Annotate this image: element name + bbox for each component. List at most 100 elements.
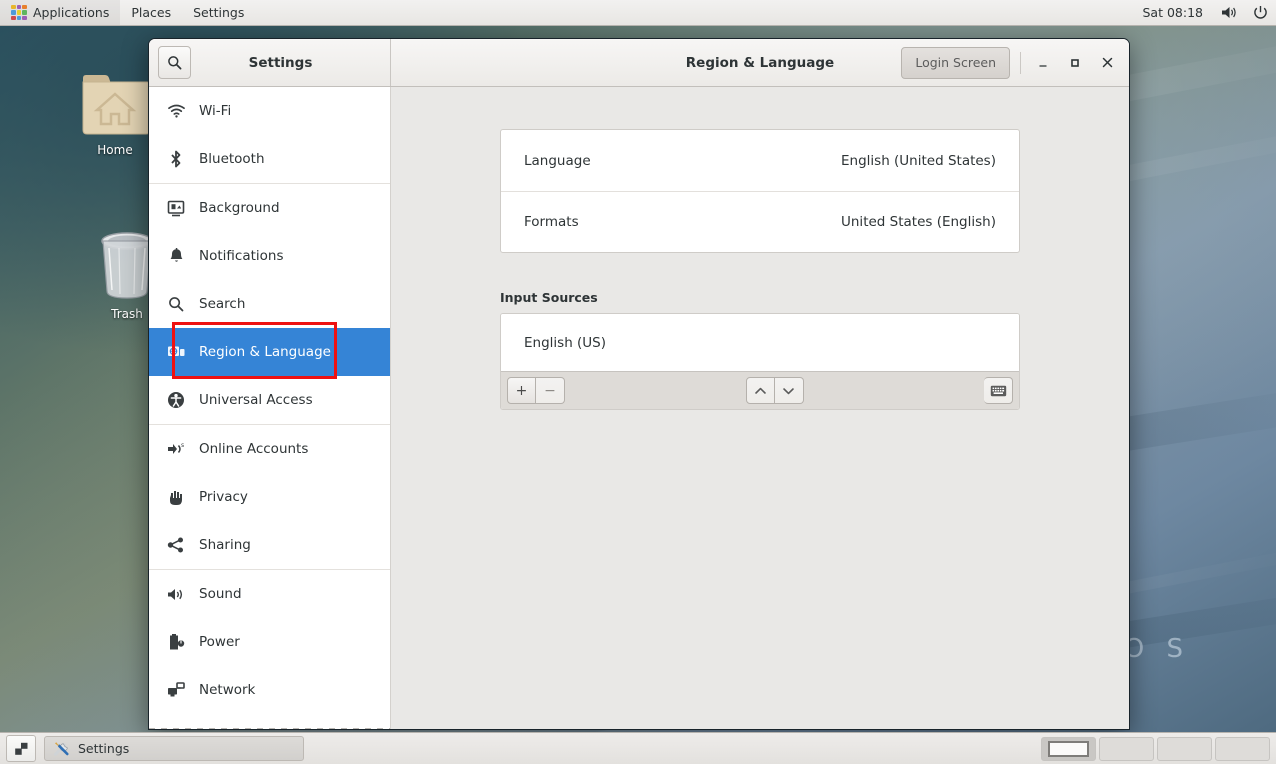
workspace-2[interactable] bbox=[1099, 736, 1154, 761]
chevron-down-icon bbox=[783, 387, 794, 394]
online-accounts-icon: s bbox=[165, 439, 187, 459]
row-formats-label: Formats bbox=[524, 214, 579, 230]
sidebar-item-search[interactable]: Search bbox=[149, 280, 390, 328]
search-icon bbox=[165, 294, 187, 314]
settings-sidebar: Wi-Fi Bluetooth Background Notifications… bbox=[149, 87, 391, 729]
speaker-icon bbox=[165, 584, 187, 604]
menu-applications[interactable]: Applications bbox=[0, 0, 121, 25]
sidebar-item-network[interactable]: Network bbox=[149, 666, 390, 714]
menu-places-label: Places bbox=[131, 5, 172, 20]
input-sources-heading: Input Sources bbox=[500, 290, 598, 305]
taskbar-window-settings[interactable]: Settings bbox=[44, 736, 304, 761]
minimize-button[interactable] bbox=[1027, 47, 1059, 79]
row-language[interactable]: Language English (United States) bbox=[501, 130, 1019, 191]
show-desktop-button[interactable] bbox=[6, 735, 36, 762]
sidebar-item-online-accounts[interactable]: s Online Accounts bbox=[149, 425, 390, 473]
bluetooth-icon bbox=[165, 149, 187, 169]
input-sources-card: English (US) + − bbox=[500, 313, 1020, 410]
menu-settings-label: Settings bbox=[193, 5, 245, 20]
keyboard-icon bbox=[990, 385, 1006, 396]
menu-applications-label: Applications bbox=[33, 5, 110, 20]
volume-icon[interactable] bbox=[1213, 5, 1245, 20]
sidebar-item-label: Universal Access bbox=[199, 392, 313, 408]
background-icon bbox=[165, 198, 187, 218]
sidebar-item-label: Privacy bbox=[199, 489, 248, 505]
input-sources-toolbar: + − bbox=[501, 371, 1019, 409]
remove-input-source-button[interactable]: − bbox=[536, 377, 565, 404]
workspace-switcher bbox=[1038, 736, 1270, 761]
search-button[interactable] bbox=[158, 46, 191, 79]
menu-places[interactable]: Places bbox=[120, 0, 182, 25]
window-titlebar[interactable]: Settings Region & Language Login Screen bbox=[149, 39, 1129, 87]
maximize-icon bbox=[1071, 58, 1079, 67]
workspace-4[interactable] bbox=[1215, 736, 1270, 761]
sidebar-item-wifi[interactable]: Wi-Fi bbox=[149, 87, 390, 135]
sidebar-item-region-language[interactable]: Region & Language bbox=[149, 328, 390, 376]
sidebar-item-background[interactable]: Background bbox=[149, 184, 390, 232]
move-up-button[interactable] bbox=[745, 377, 775, 404]
titlebar-divider bbox=[1020, 51, 1021, 74]
chevron-up-icon bbox=[754, 387, 766, 394]
network-icon bbox=[165, 680, 187, 700]
tools-icon bbox=[53, 740, 70, 757]
row-language-value: English (United States) bbox=[841, 152, 996, 169]
input-source-label: English (US) bbox=[524, 334, 607, 351]
sidebar-item-notifications[interactable]: Notifications bbox=[149, 232, 390, 280]
minimize-icon bbox=[1039, 64, 1047, 67]
row-language-label: Language bbox=[524, 152, 591, 169]
desktop-icon-home[interactable]: Home bbox=[72, 72, 158, 157]
sidebar-item-label: Power bbox=[199, 634, 240, 650]
sidebar-item-label: Wi-Fi bbox=[199, 103, 232, 119]
sidebar-item-label: Sound bbox=[199, 586, 242, 602]
sidebar-item-label: Background bbox=[199, 200, 280, 216]
battery-icon bbox=[165, 632, 187, 652]
power-icon[interactable] bbox=[1245, 5, 1276, 20]
sidebar-item-label: Sharing bbox=[199, 537, 251, 553]
sidebar-item-power[interactable]: Power bbox=[149, 618, 390, 666]
app-title: Settings bbox=[248, 54, 313, 71]
login-screen-button[interactable]: Login Screen bbox=[901, 46, 1010, 79]
bottom-taskbar: Settings bbox=[0, 732, 1276, 764]
add-input-source-button[interactable]: + bbox=[507, 377, 536, 404]
sidebar-item-label: Online Accounts bbox=[199, 441, 309, 457]
hand-icon bbox=[165, 487, 187, 507]
login-screen-label: Login Screen bbox=[915, 55, 996, 70]
row-formats[interactable]: Formats United States (English) bbox=[501, 191, 1019, 252]
workspace-1[interactable] bbox=[1041, 736, 1096, 761]
move-down-button[interactable] bbox=[774, 377, 804, 404]
wallpaper-watermark-text: O S bbox=[1123, 634, 1190, 664]
region-language-icon bbox=[165, 342, 187, 362]
accessibility-icon bbox=[165, 390, 187, 410]
menu-settings[interactable]: Settings bbox=[182, 0, 255, 25]
workspace-3[interactable] bbox=[1157, 736, 1212, 761]
remove-input-source-label: − bbox=[544, 382, 556, 399]
titlebar-right-section: Region & Language Login Screen bbox=[391, 39, 1129, 86]
titlebar-left-section: Settings bbox=[149, 39, 391, 86]
taskbar-window-label: Settings bbox=[78, 741, 130, 756]
close-icon bbox=[1102, 57, 1112, 68]
row-formats-value: United States (English) bbox=[841, 214, 996, 230]
reorder-group bbox=[745, 377, 804, 404]
settings-window: Settings Region & Language Login Screen bbox=[148, 38, 1130, 730]
clock[interactable]: Sat 08:18 bbox=[1133, 5, 1214, 20]
show-desktop-icon bbox=[14, 742, 27, 755]
region-card: Language English (United States) Formats… bbox=[500, 129, 1020, 253]
add-remove-group: + − bbox=[507, 377, 565, 404]
sidebar-item-privacy[interactable]: Privacy bbox=[149, 473, 390, 521]
top-panel: Applications Places Settings Sat 08:18 bbox=[0, 0, 1276, 26]
search-icon bbox=[168, 56, 182, 70]
maximize-button[interactable] bbox=[1059, 47, 1091, 79]
sidebar-item-label: Region & Language bbox=[199, 344, 331, 360]
share-icon bbox=[165, 535, 187, 555]
sidebar-item-universal-access[interactable]: Universal Access bbox=[149, 376, 390, 424]
home-folder-icon bbox=[82, 75, 151, 135]
add-input-source-label: + bbox=[515, 382, 528, 399]
sidebar-item-sharing[interactable]: Sharing bbox=[149, 521, 390, 569]
close-button[interactable] bbox=[1091, 47, 1123, 79]
sidebar-item-sound[interactable]: Sound bbox=[149, 570, 390, 618]
keyboard-preview-button[interactable] bbox=[984, 377, 1013, 404]
input-source-list-item[interactable]: English (US) bbox=[501, 314, 1019, 371]
sidebar-item-bluetooth[interactable]: Bluetooth bbox=[149, 135, 390, 183]
sidebar-item-label: Search bbox=[199, 296, 246, 312]
sidebar-scroll-indicator bbox=[149, 728, 390, 729]
